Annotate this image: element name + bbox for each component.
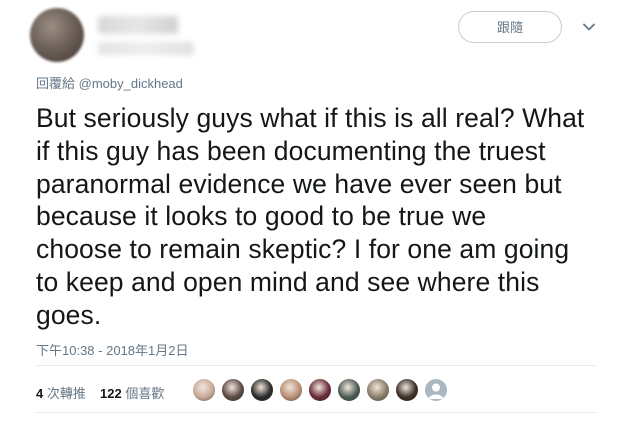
liker-avatar[interactable] [337,378,361,402]
retweets-stat[interactable]: 4 次轉推 [36,383,86,402]
liker-avatar[interactable] [192,378,216,402]
liker-avatar[interactable] [308,378,332,402]
divider [36,365,596,366]
liker-avatar[interactable] [395,378,419,402]
reply-to-label: 回覆給 [36,76,76,91]
tweet-text-line: choose to remain skeptic? I for one am g… [36,234,570,265]
liker-avatar[interactable] [424,378,448,402]
likes-count: 122 [100,386,122,401]
tweet-text-line: because it looks to good to be true we [36,201,487,232]
tweet-timestamp[interactable]: 下午10:38 - 2018年1月2日 [36,340,188,359]
retweets-count: 4 [36,386,44,401]
liker-avatar[interactable] [221,378,245,402]
reply-to-line: 回覆給 @moby_dickhead [36,73,183,92]
tweet-text-line: to keep and open mind and see where this [36,266,540,297]
likes-label: 個喜歡 [125,386,165,401]
likes-stat[interactable]: 122 個喜歡 [100,383,164,402]
author-handle-redacted[interactable] [98,42,194,55]
reply-to-handle[interactable]: @moby_dickhead [79,76,183,91]
tweet-text: But seriously guys what if this is all r… [36,102,608,332]
tweet-text-line: if this guy has been documenting the tru… [36,135,546,166]
chevron-down-icon[interactable] [582,20,596,34]
author-name-redacted[interactable] [98,16,178,34]
follow-button[interactable]: 跟隨 [458,11,562,43]
tweet-text-line: paranormal evidence we have ever seen bu… [36,168,562,199]
tweet-text-line: But seriously guys what if this is all r… [36,103,585,133]
liker-avatar[interactable] [250,378,274,402]
liker-avatar[interactable] [366,378,390,402]
tweet-header: 跟隨 [30,8,610,64]
author-avatar[interactable] [30,8,84,62]
tweet-stats: 4 次轉推 122 個喜歡 [36,378,596,404]
retweets-label: 次轉推 [46,386,86,401]
divider [36,412,596,413]
liker-avatar[interactable] [279,378,303,402]
tweet-text-line: goes. [36,299,102,330]
